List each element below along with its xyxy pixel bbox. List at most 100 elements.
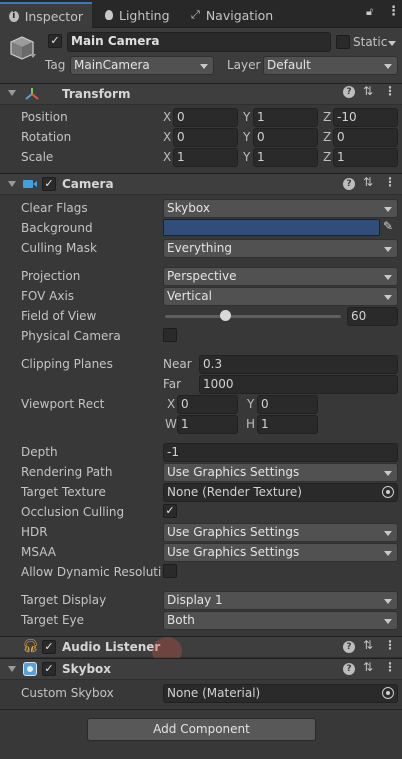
- hdr-dropdown[interactable]: Use Graphics Settings: [163, 523, 398, 542]
- dynamic-resolution-checkbox[interactable]: [163, 564, 177, 578]
- transform-icon: [24, 86, 40, 102]
- help-icon[interactable]: ?: [343, 663, 355, 675]
- rotation-y-axis-label[interactable]: Y: [243, 130, 250, 144]
- viewport-x-label[interactable]: X: [167, 397, 175, 411]
- viewport-h-field[interactable]: 1: [257, 415, 318, 434]
- transform-header[interactable]: [0, 83, 402, 105]
- chevron-down-icon: [384, 471, 392, 476]
- lock-icon[interactable]: 🔓︎: [366, 5, 373, 19]
- tab-lighting[interactable]: Lighting: [96, 2, 182, 28]
- target-texture-field[interactable]: None (Render Texture): [163, 483, 398, 502]
- presets-icon[interactable]: ⇅: [363, 638, 373, 652]
- skybox-enabled-checkbox[interactable]: ✓: [42, 662, 56, 676]
- position-y-field[interactable]: 1: [253, 108, 318, 127]
- skybox-foldout-arrow[interactable]: [8, 666, 16, 672]
- custom-skybox-field[interactable]: None (Material): [163, 684, 398, 703]
- tab-navigation[interactable]: ⤢ Navigation: [182, 2, 286, 28]
- camera-header[interactable]: [0, 173, 402, 195]
- fov-value-field[interactable]: 60: [347, 307, 398, 326]
- tab-inspector[interactable]: i Inspector: [0, 2, 92, 28]
- rotation-x-axis-label[interactable]: X: [163, 130, 171, 144]
- target-display-dropdown[interactable]: Display 1: [163, 591, 398, 610]
- depth-label: Depth: [21, 445, 58, 459]
- transform-foldout-arrow[interactable]: [8, 90, 16, 96]
- hdr-label: HDR: [21, 525, 48, 539]
- tab-bar: i Inspector Lighting ⤢ Navigation 🔓︎ ⋮: [0, 0, 402, 28]
- gameobject-name-field[interactable]: Main Camera: [67, 32, 331, 52]
- projection-dropdown[interactable]: Perspective: [163, 267, 398, 286]
- help-icon[interactable]: ?: [343, 641, 355, 653]
- presets-icon[interactable]: ⇅: [363, 84, 373, 98]
- static-dropdown-arrow[interactable]: [388, 41, 396, 46]
- rotation-z-field[interactable]: 0: [333, 128, 398, 147]
- msaa-dropdown[interactable]: Use Graphics Settings: [163, 543, 398, 562]
- gameobject-cube-icon[interactable]: [6, 32, 38, 64]
- culling-mask-dropdown[interactable]: Everything: [163, 239, 398, 258]
- fov-slider-track[interactable]: [165, 315, 341, 318]
- fov-axis-dropdown[interactable]: Vertical: [163, 287, 398, 306]
- gameobject-active-checkbox[interactable]: ✓: [48, 34, 62, 48]
- viewport-y-field[interactable]: 0: [257, 395, 318, 414]
- rotation-x-field[interactable]: 0: [173, 128, 238, 147]
- clear-flags-value: Skybox: [167, 201, 210, 215]
- physical-camera-checkbox[interactable]: [163, 328, 177, 342]
- occlusion-culling-checkbox[interactable]: ✓: [163, 504, 177, 518]
- presets-icon[interactable]: ⇅: [363, 660, 373, 674]
- camera-foldout-arrow[interactable]: [8, 181, 16, 187]
- scale-y-field[interactable]: 1: [253, 148, 318, 167]
- viewport-h-label[interactable]: H: [246, 417, 255, 431]
- position-z-field[interactable]: -10: [333, 108, 398, 127]
- component-menu-icon[interactable]: ⋮: [384, 638, 396, 652]
- clear-flags-dropdown[interactable]: Skybox: [163, 199, 398, 218]
- position-x-axis-label[interactable]: X: [163, 110, 171, 124]
- layer-dropdown[interactable]: Default: [263, 56, 398, 75]
- depth-field[interactable]: -1: [163, 443, 398, 462]
- rendering-path-value: Use Graphics Settings: [167, 465, 300, 479]
- chevron-down-icon: [384, 275, 392, 280]
- audio-listener-header[interactable]: [0, 636, 402, 658]
- rotation-y-field[interactable]: 0: [253, 128, 318, 147]
- more-menu-icon[interactable]: ⋮: [387, 4, 400, 19]
- component-menu-icon[interactable]: ⋮: [384, 175, 396, 189]
- camera-enabled-checkbox[interactable]: ✓: [42, 177, 56, 191]
- viewport-w-field[interactable]: 1: [177, 415, 238, 434]
- add-component-button[interactable]: Add Component: [87, 718, 316, 741]
- static-checkbox[interactable]: [336, 35, 350, 49]
- background-color-swatch[interactable]: [163, 219, 380, 236]
- far-field[interactable]: 1000: [199, 375, 398, 394]
- scale-x-axis-label[interactable]: X: [163, 150, 171, 164]
- skybox-header[interactable]: [0, 658, 402, 680]
- transform-rotation-row: Rotation X 0 Y 0 Z 0: [0, 128, 402, 148]
- position-z-axis-label[interactable]: Z: [323, 110, 331, 124]
- near-field[interactable]: 0.3: [199, 355, 398, 374]
- component-menu-icon[interactable]: ⋮: [384, 84, 396, 98]
- target-eye-dropdown[interactable]: Both: [163, 611, 398, 630]
- target-eye-value: Both: [167, 613, 195, 627]
- position-x-field[interactable]: 0: [173, 108, 238, 127]
- component-menu-icon[interactable]: ⋮: [384, 660, 396, 674]
- viewport-y-label[interactable]: Y: [247, 397, 254, 411]
- object-picker-icon[interactable]: [382, 687, 394, 699]
- position-y-axis-label[interactable]: Y: [243, 110, 250, 124]
- scale-x-field[interactable]: 1: [173, 148, 238, 167]
- scale-z-field[interactable]: 1: [333, 148, 398, 167]
- dynamic-resolution-label: Allow Dynamic Resolutio: [21, 565, 161, 579]
- help-icon[interactable]: ?: [343, 86, 355, 98]
- help-icon[interactable]: ?: [343, 178, 355, 190]
- fov-slider-thumb[interactable]: [220, 310, 231, 321]
- viewport-w-label[interactable]: W: [165, 417, 177, 431]
- eyedropper-icon[interactable]: ✎: [383, 219, 393, 233]
- object-picker-icon[interactable]: [382, 486, 394, 498]
- rotation-z-axis-label[interactable]: Z: [323, 130, 331, 144]
- navigation-icon: ⤢: [191, 8, 200, 21]
- far-label: Far: [163, 377, 182, 391]
- scale-y-axis-label[interactable]: Y: [243, 150, 250, 164]
- audio-listener-enabled-checkbox[interactable]: ✓: [42, 640, 56, 654]
- scale-z-axis-label[interactable]: Z: [323, 150, 331, 164]
- gameobject-icon-dropdown-arrow[interactable]: [30, 54, 36, 58]
- rendering-path-dropdown[interactable]: Use Graphics Settings: [163, 463, 398, 482]
- viewport-x-field[interactable]: 0: [177, 395, 238, 414]
- presets-icon[interactable]: ⇅: [363, 175, 373, 189]
- target-texture-label: Target Texture: [21, 485, 106, 499]
- tag-dropdown[interactable]: MainCamera: [70, 56, 214, 75]
